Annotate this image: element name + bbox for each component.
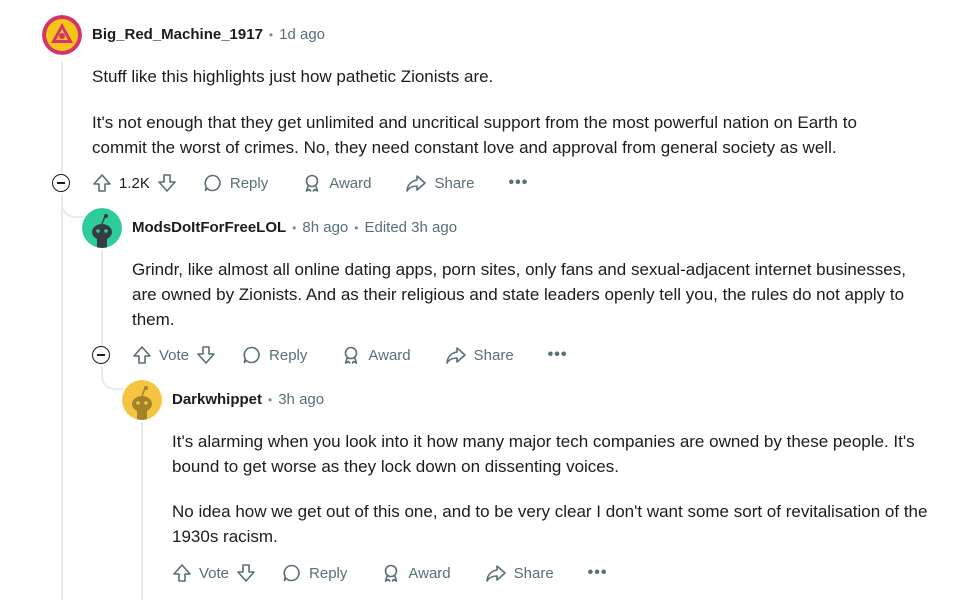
vote-label: Vote	[159, 346, 190, 364]
separator: •	[292, 220, 297, 235]
snoo-avatar-icon	[122, 380, 162, 420]
reply-label: Reply	[269, 346, 308, 364]
comment-body: It's alarming when you look into it how …	[172, 429, 947, 549]
share-label: Share	[434, 174, 475, 192]
vote-count: 1.2K	[119, 174, 150, 192]
comment-body: Grindr, like almost all online dating ap…	[132, 257, 932, 332]
award-button[interactable]: Award	[302, 173, 371, 193]
more-options-button[interactable]: •••	[588, 564, 608, 582]
reply-button[interactable]: Reply	[203, 173, 268, 193]
award-label: Award	[368, 346, 411, 364]
upvote-icon[interactable]	[132, 345, 152, 365]
share-label: Share	[473, 346, 514, 364]
downvote-icon[interactable]	[157, 173, 177, 193]
more-icon: •••	[547, 346, 568, 363]
timestamp[interactable]: 1d ago	[279, 26, 325, 43]
share-label: Share	[513, 564, 554, 582]
award-label: Award	[329, 174, 372, 192]
share-button[interactable]: Share	[485, 563, 554, 583]
reply-bubble-icon	[204, 174, 221, 192]
collapse-button[interactable]	[92, 346, 110, 364]
downvote-icon[interactable]	[236, 563, 256, 583]
comment-actions: Vote Reply Award Share •••	[132, 340, 567, 370]
vote-label: Vote	[199, 564, 230, 582]
award-icon	[345, 346, 358, 364]
reply-label: Reply	[309, 564, 348, 582]
snoo-avatar-icon	[82, 208, 122, 248]
share-button[interactable]: Share	[445, 345, 514, 365]
reply-button[interactable]: Reply	[242, 345, 307, 365]
award-label: Award	[408, 564, 451, 582]
comment-meta: Big_Red_Machine_1917 • 1d ago	[92, 26, 325, 43]
separator: •	[268, 27, 274, 42]
comment-paragraph: Grindr, like almost all online dating ap…	[132, 260, 906, 329]
username[interactable]: Big_Red_Machine_1917	[92, 26, 263, 43]
collapse-icon	[57, 182, 65, 184]
comment-actions: 1.2K Reply Award Share •••	[92, 168, 528, 198]
award-icon	[305, 174, 319, 192]
reply-bubble-icon	[243, 346, 260, 364]
more-icon: •••	[508, 174, 529, 191]
vote-control: Vote	[132, 345, 216, 365]
more-options-button[interactable]: •••	[509, 174, 529, 192]
comment-paragraph: Stuff like this highlights just how path…	[92, 67, 494, 86]
comment-paragraph: It's not enough that they get unlimited …	[92, 113, 857, 157]
vote-control: 1.2K	[92, 173, 177, 193]
collapse-icon	[97, 354, 105, 356]
thread-line-2	[101, 250, 103, 346]
avatar[interactable]	[82, 208, 122, 248]
award-icon	[385, 564, 398, 582]
more-icon: •••	[587, 564, 608, 581]
collapse-button[interactable]	[52, 174, 70, 192]
comment-paragraph: No idea how we get out of this one, and …	[172, 502, 928, 546]
username[interactable]: Darkwhippet	[172, 391, 262, 408]
separator: •	[354, 220, 359, 235]
avatar[interactable]	[42, 15, 82, 55]
vote-control: Vote	[172, 563, 256, 583]
award-button[interactable]: Award	[341, 345, 411, 365]
more-options-button[interactable]: •••	[548, 346, 568, 364]
upvote-icon[interactable]	[172, 563, 192, 583]
thread-line-3	[141, 422, 143, 600]
share-icon	[406, 175, 427, 192]
reply-bubble-icon	[283, 564, 300, 582]
comment-paragraph: It's alarming when you look into it how …	[172, 432, 915, 476]
communist-emblem-icon	[42, 15, 82, 55]
thread-line-1b	[61, 194, 63, 600]
avatar[interactable]	[122, 380, 162, 420]
downvote-icon[interactable]	[196, 345, 216, 365]
reply-button[interactable]: Reply	[282, 563, 347, 583]
separator: •	[268, 392, 273, 407]
thread-branch-2	[101, 366, 123, 390]
edited-label: Edited 3h ago	[364, 219, 458, 236]
upvote-icon[interactable]	[92, 173, 112, 193]
timestamp[interactable]: 8h ago	[302, 219, 348, 236]
thread-line-1	[61, 62, 63, 174]
comment-actions: Vote Reply Award Share •••	[172, 558, 607, 588]
comment-meta: ModsDoItForFreeLOL • 8h ago • Edited 3h …	[132, 219, 457, 236]
comment-body: Stuff like this highlights just how path…	[92, 64, 952, 160]
comment-meta: Darkwhippet • 3h ago	[172, 391, 324, 408]
share-button[interactable]: Share	[405, 173, 475, 193]
share-icon	[445, 347, 466, 364]
award-button[interactable]: Award	[381, 563, 451, 583]
username[interactable]: ModsDoItForFreeLOL	[132, 219, 286, 236]
reply-label: Reply	[229, 174, 269, 192]
timestamp[interactable]: 3h ago	[278, 391, 324, 408]
thread-branch-1	[61, 196, 83, 218]
share-icon	[485, 565, 506, 582]
